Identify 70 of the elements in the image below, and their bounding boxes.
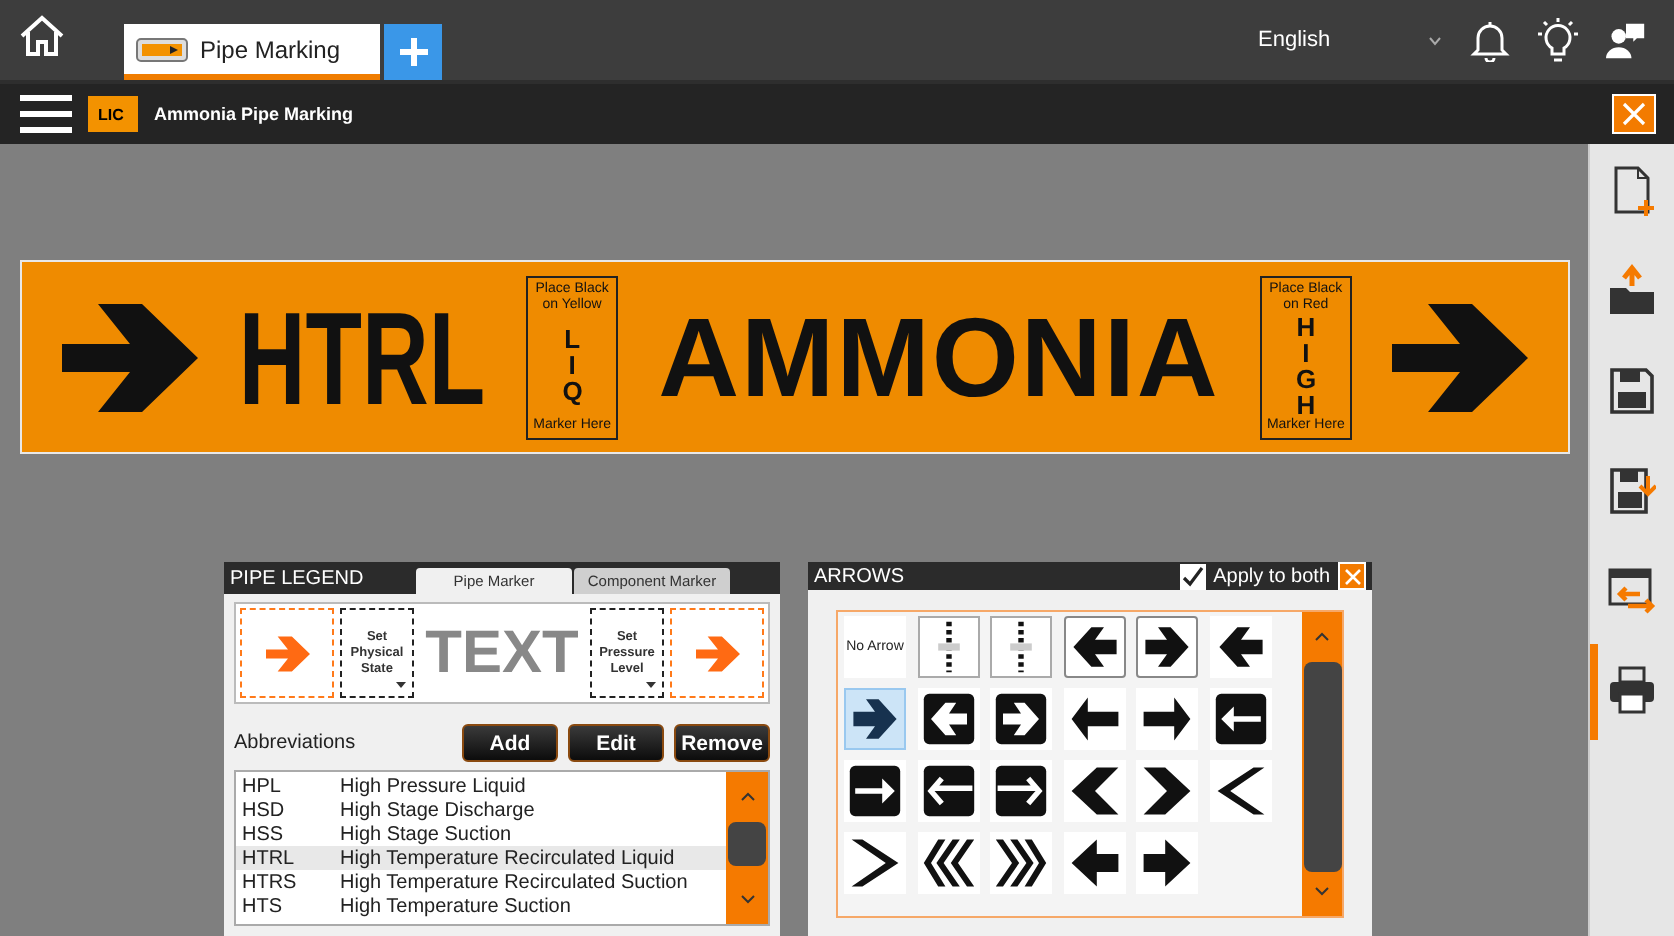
down-caret-icon[interactable] (1314, 886, 1330, 896)
remove-button[interactable]: Remove (674, 724, 770, 762)
close-icon (1622, 102, 1646, 126)
down-caret-icon[interactable] (739, 894, 755, 904)
preview-text: TEXT (423, 619, 581, 687)
folder-upload-button[interactable] (1608, 264, 1656, 316)
up-caret-icon[interactable] (1314, 632, 1330, 642)
caret-icon (396, 682, 406, 688)
user-chat-icon[interactable] (1606, 18, 1646, 62)
edit-button[interactable]: Edit (568, 724, 664, 762)
list-row[interactable]: HTRS High Temperature Recirculated Suction (236, 870, 726, 894)
menu-icon[interactable] (20, 94, 72, 134)
close-button[interactable] (1338, 562, 1366, 590)
abbreviation-code: HSS (242, 823, 286, 845)
up-caret-icon[interactable] (739, 792, 755, 802)
arrow-icon (695, 631, 739, 675)
document-tab[interactable]: Pipe Marking (124, 24, 380, 80)
language-dropdown[interactable]: English (1258, 28, 1428, 52)
state-letters: HIGH (1296, 313, 1316, 417)
arrow-icon (1391, 303, 1528, 411)
section-label: Abbreviations (234, 732, 356, 754)
abbreviation-name: High Stage Discharge (340, 799, 535, 821)
list-row[interactable]: HSS High Stage Suction (236, 822, 726, 846)
abbreviation-name: High Pressure Liquid (340, 775, 526, 797)
pipe-label-icon (136, 37, 188, 61)
abbreviation-name: High Temperature Suction (340, 895, 571, 917)
abbreviation-code: HPL (242, 775, 283, 797)
abbreviation-code: HTRS (242, 871, 299, 893)
printer-button[interactable] (1608, 664, 1656, 716)
collapse-handle[interactable] (1590, 644, 1598, 740)
close-icon (1343, 567, 1361, 585)
scrollbar[interactable] (1302, 612, 1342, 916)
panel-title: ARROWS (814, 565, 904, 587)
home-icon[interactable] (18, 12, 66, 60)
list-row[interactable]: HTRL High Temperature Recirculated Liquid (236, 846, 726, 870)
checkbox-label: Apply to both (1213, 565, 1330, 587)
abbreviation-code: HTRL (242, 847, 297, 869)
arrow-slot[interactable] (670, 608, 764, 698)
checkbox[interactable] (1179, 563, 1206, 589)
arrow-option[interactable] (990, 616, 1052, 678)
swap-button[interactable] (1608, 564, 1656, 616)
new-tab-button[interactable] (384, 24, 442, 80)
app-logo: LIC (88, 96, 138, 132)
legend-text: AMMONIA (658, 292, 1220, 422)
arrow-option[interactable] (917, 616, 979, 678)
panel-title: PIPE LEGEND (230, 567, 364, 589)
abbreviation-code: HSD (242, 799, 287, 821)
save-as-button[interactable] (1608, 464, 1656, 516)
list-row[interactable]: HPL High Pressure Liquid (236, 774, 726, 798)
abbreviation-name: High Temperature Recirculated Liquid (340, 847, 675, 869)
arrow-slot[interactable] (240, 608, 334, 698)
bell-icon[interactable] (1470, 18, 1510, 62)
abbreviation-text: HTRL (238, 291, 486, 423)
list-row[interactable]: HSD High Stage Discharge (236, 798, 726, 822)
lightbulb-icon[interactable] (1538, 18, 1578, 62)
scrollbar[interactable] (726, 772, 768, 924)
save-button[interactable] (1608, 364, 1656, 416)
document-title: Ammonia Pipe Marking (154, 104, 354, 124)
arrow-icon (265, 631, 309, 675)
state-letters: LIQ (562, 326, 582, 404)
plus-icon (397, 36, 429, 68)
add-button[interactable]: Add (462, 724, 558, 762)
arrow-icon (62, 303, 198, 411)
abbreviation-name: High Temperature Recirculated Suction (340, 871, 688, 893)
list-row[interactable]: HTS High Temperature Suction (236, 894, 726, 918)
caret-icon (646, 682, 656, 688)
abbreviation-code: HTS (242, 895, 284, 917)
close-button[interactable] (1612, 94, 1656, 134)
dropdown-caret-icon[interactable] (1428, 35, 1442, 45)
abbreviation-name: High Stage Suction (340, 823, 512, 845)
